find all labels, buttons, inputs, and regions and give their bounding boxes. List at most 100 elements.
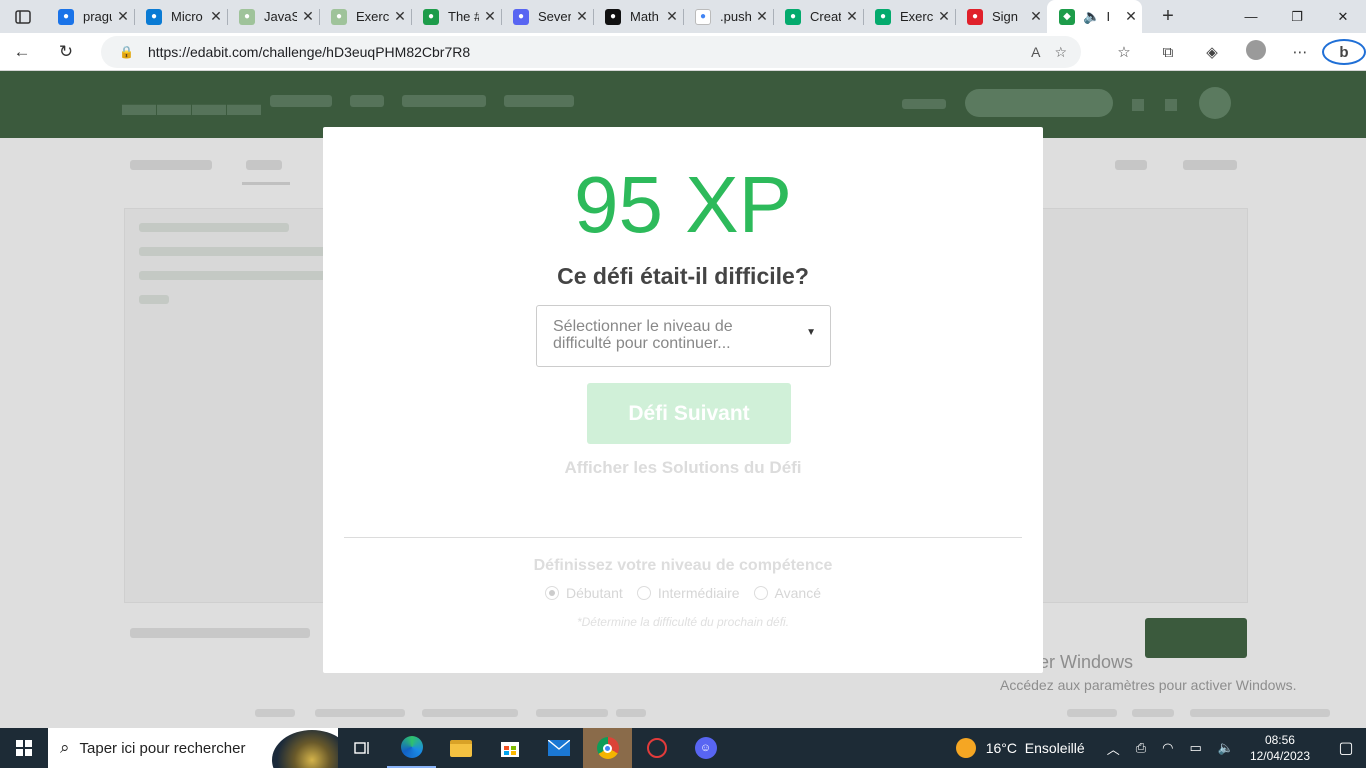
close-tab-icon[interactable]: ✕ — [1025, 8, 1047, 25]
toolbar-right: ☆ ⧉ ◈ ⋯ b — [1102, 33, 1366, 71]
browser-toolbar: ← ↻ 🔒 https://edabit.com/challenge/hD3eu… — [0, 33, 1366, 71]
taskbar-discord[interactable]: ☺ — [681, 728, 730, 768]
notification-icon[interactable]: ▢ — [1326, 738, 1366, 758]
weather-text[interactable]: 16°C Ensoleillé — [986, 740, 1085, 756]
clock-time: 08:56 — [1264, 733, 1295, 747]
tab-3[interactable]: ● Exerc ✕ — [319, 0, 411, 33]
close-tab-icon[interactable]: ✕ — [933, 8, 955, 25]
tab-8[interactable]: ● Creat ✕ — [773, 0, 863, 33]
next-challenge-button[interactable]: Défi Suivant — [587, 383, 791, 444]
tab-0[interactable]: ● pragu✕ — [46, 0, 134, 33]
skill-radio-1[interactable]: Intermédiaire — [636, 585, 740, 601]
taskbar-game-app[interactable] — [632, 728, 681, 768]
tab-4[interactable]: ● The # ✕ — [411, 0, 501, 33]
close-tab-icon[interactable]: ✕ — [479, 8, 501, 25]
site-logo: ▬▬▬▬ — [122, 85, 262, 123]
close-tab-icon[interactable]: ✕ — [1120, 8, 1142, 25]
start-button[interactable] — [0, 728, 48, 768]
caret-down-icon: ▼ — [806, 327, 816, 338]
settings-menu-icon[interactable]: ⋯ — [1278, 43, 1322, 61]
tab-active[interactable]: ◆ 🔈 I ✕ — [1047, 0, 1142, 33]
add-favorite-icon[interactable]: ☆ — [1054, 44, 1067, 61]
edge-favicon-icon: ● — [146, 8, 162, 25]
close-tab-icon[interactable]: ✕ — [297, 8, 319, 25]
device-icon[interactable]: ⎙ — [1136, 740, 1146, 756]
restore-icon[interactable]: ❐ — [1274, 0, 1320, 33]
show-solutions-link[interactable]: Afficher les Solutions du Défi — [323, 458, 1043, 478]
profile-button[interactable] — [1234, 40, 1278, 64]
close-window-icon[interactable]: ✕ — [1320, 0, 1366, 33]
close-tab-icon[interactable]: ✕ — [205, 8, 227, 25]
close-tab-icon[interactable]: ✕ — [751, 8, 773, 25]
collections-icon[interactable]: ⧉ — [1146, 44, 1190, 61]
read-aloud-icon[interactable]: A — [1031, 44, 1040, 61]
battery-icon[interactable]: ▭ — [1189, 740, 1201, 756]
taskbar-mail[interactable] — [534, 728, 583, 768]
url-text[interactable]: https://edabit.com/challenge/hD3euqPHM82… — [148, 44, 470, 60]
windows-activation-watermark: Activer Windows Accédez aux paramètres p… — [1000, 652, 1296, 693]
wifi-icon[interactable]: ◠ — [1162, 740, 1173, 756]
audio-playing-icon[interactable]: 🔈 — [1083, 8, 1100, 25]
browser-essentials-icon[interactable]: ◈ — [1190, 43, 1234, 61]
tab-7[interactable]: ● .push ✕ — [683, 0, 773, 33]
w3schools-favicon-icon: ● — [331, 8, 347, 25]
google-favicon-icon: ● — [695, 8, 711, 25]
taskbar-chrome[interactable] — [583, 728, 632, 768]
radio-button-icon[interactable] — [636, 586, 651, 600]
skill-level-hint: *Détermine la difficulté du prochain déf… — [576, 615, 790, 629]
task-view-button[interactable] — [338, 728, 387, 768]
skill-level-title: Définissez votre niveau de compétence — [533, 557, 833, 574]
tab-6[interactable]: ● Math ✕ — [593, 0, 683, 33]
skill-radio-2[interactable]: Avancé — [753, 585, 821, 601]
w3schools-favicon-icon: ● — [239, 8, 255, 25]
minimize-icon[interactable]: — — [1228, 0, 1274, 33]
volume-icon[interactable]: 🔈 — [1218, 740, 1234, 756]
search-highlight-image — [272, 730, 338, 768]
close-tab-icon[interactable]: ✕ — [389, 8, 411, 25]
taskbar-search[interactable]: ⌕ Taper ici pour rechercher — [48, 728, 338, 768]
taskbar-edge[interactable] — [387, 728, 436, 768]
tab-5[interactable]: ● Sever ✕ — [501, 0, 593, 33]
bing-chat-icon[interactable]: b — [1322, 39, 1366, 65]
w3schools-favicon-icon: ● — [875, 8, 891, 25]
lock-icon[interactable]: 🔒 — [119, 45, 134, 59]
close-tab-icon[interactable]: ✕ — [841, 8, 863, 25]
site-avatar — [1199, 87, 1231, 119]
tab-1[interactable]: ● Micro ✕ — [134, 0, 227, 33]
close-tab-icon[interactable]: ✕ — [661, 8, 683, 25]
show-hidden-icons[interactable]: ︿ — [1107, 739, 1120, 758]
refresh-button[interactable]: ↻ — [44, 33, 88, 71]
close-tab-icon[interactable]: ✕ — [571, 8, 593, 25]
tab-title: Exerc — [900, 9, 933, 24]
tab-title: Math — [630, 9, 659, 24]
browser-tab-strip: ●pragu✕●Micro✕●JavaS✕●Exerc✕●The #✕●Seve… — [0, 0, 1366, 33]
edabit-favicon-icon: ● — [423, 8, 439, 25]
address-bar[interactable]: 🔒 https://edabit.com/challenge/hD3euqPHM… — [101, 36, 1081, 68]
edabit-favicon-icon: ◆ — [1059, 8, 1075, 25]
difficulty-select[interactable]: Sélectionner le niveau de difficulté pou… — [536, 305, 831, 367]
chrome-icon — [596, 737, 619, 759]
tab-10[interactable]: ● Sign ✕ — [955, 0, 1047, 33]
w3schools-favicon-icon: ● — [785, 8, 801, 25]
back-button[interactable]: ← — [0, 33, 44, 71]
xp-earned: 95 XP — [574, 160, 792, 249]
radio-button-icon[interactable] — [545, 586, 559, 600]
clock[interactable]: 08:56 12/04/2023 — [1250, 732, 1310, 764]
close-tab-icon[interactable]: ✕ — [112, 8, 134, 25]
radio-button-icon[interactable] — [753, 586, 768, 600]
favorites-icon[interactable]: ☆ — [1102, 43, 1146, 61]
tab-title: JavaS — [264, 9, 297, 24]
folder-icon — [449, 739, 472, 757]
edge-icon — [400, 736, 423, 758]
tab-9[interactable]: ● Exerc ✕ — [863, 0, 955, 33]
tab-actions-button[interactable] — [0, 0, 46, 33]
code-favicon-icon: ● — [513, 8, 529, 25]
taskbar-file-explorer[interactable] — [436, 728, 485, 768]
site-search-input — [965, 89, 1113, 117]
window-controls: — ❐ ✕ — [1228, 0, 1366, 33]
taskbar-store[interactable] — [485, 728, 534, 768]
skill-radio-0[interactable]: Débutant — [545, 585, 623, 601]
tab-title: Sign — [992, 9, 1019, 24]
new-tab-button[interactable]: + — [1148, 5, 1188, 28]
tab-2[interactable]: ● JavaS ✕ — [227, 0, 319, 33]
